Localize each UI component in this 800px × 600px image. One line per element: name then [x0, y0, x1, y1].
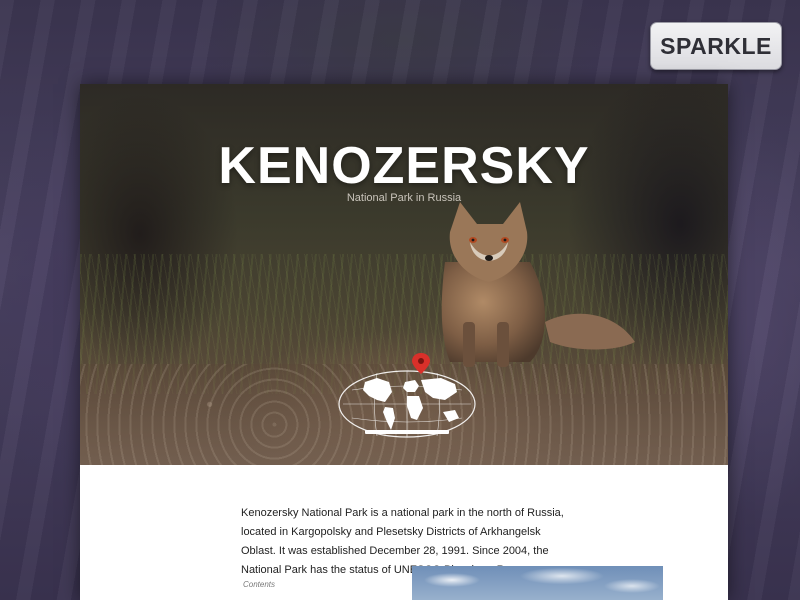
- hero-title: KENOZERSKY: [218, 137, 590, 195]
- world-map-icon: [338, 353, 476, 438]
- hero-image: KENOZERSKY National Park in Russia: [80, 84, 728, 465]
- fox-photo: [441, 202, 635, 367]
- sparkle-badge: SPARKLE: [650, 22, 782, 70]
- contents-label[interactable]: Contents: [243, 580, 275, 589]
- hero-subtitle: National Park in Russia: [346, 192, 462, 204]
- web-page: KENOZERSKY National Park in Russia Kenoz…: [80, 84, 728, 600]
- article-photo: [412, 566, 663, 600]
